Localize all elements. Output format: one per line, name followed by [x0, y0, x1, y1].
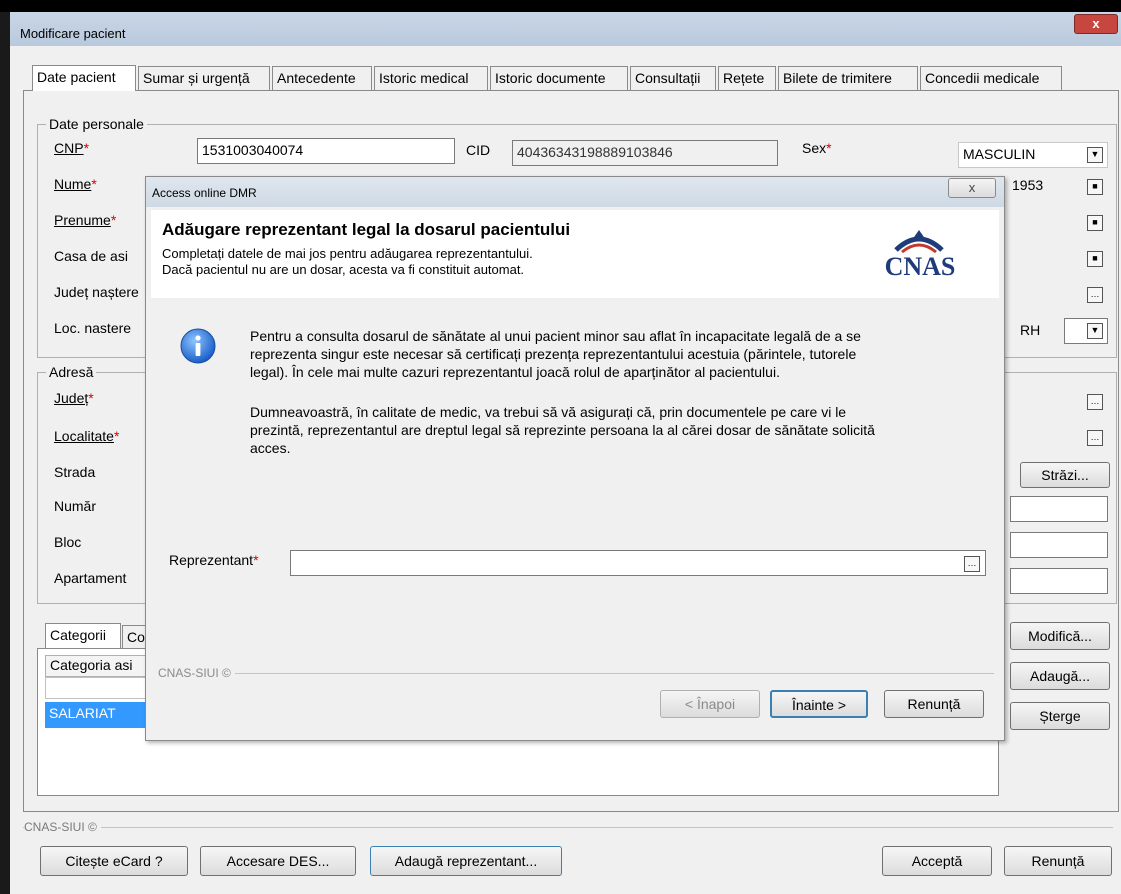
dialog-subtitle-2: Dacă pacientul nu are un dosar, acesta v… — [162, 262, 525, 277]
info-text-line-2: reprezenta singur este necesar să certif… — [250, 346, 857, 362]
address-legend: Adresă — [46, 364, 97, 380]
tab-istoric-documente[interactable]: Istoric documente — [490, 66, 628, 90]
title-bar — [10, 12, 1121, 46]
personal-legend: Date personale — [46, 116, 147, 132]
renunta-button[interactable]: Renunță — [1004, 846, 1112, 876]
modifica-button[interactable]: Modifică... — [1010, 622, 1110, 650]
dialog-brand: CNAS-SIUI © — [158, 666, 235, 680]
info-text-line-4: Dumneavoastră, în calitate de medic, va … — [250, 404, 847, 420]
tab-date-pacient[interactable]: Date pacient — [32, 65, 136, 91]
casa-button-icon[interactable]: ■ — [1087, 251, 1103, 267]
accepta-button[interactable]: Acceptă — [882, 846, 992, 876]
cnp-label: CNP* — [54, 140, 90, 156]
reprezentant-browse-icon[interactable]: … — [964, 556, 980, 572]
apartament-field[interactable] — [1010, 568, 1108, 594]
cancel-button[interactable]: Renunță — [884, 690, 984, 718]
casa-label: Casa de asi — [54, 248, 128, 264]
back-button[interactable]: < Înapoi — [660, 690, 760, 718]
dialog-close-button[interactable]: x — [948, 178, 996, 198]
judet-nastere-label: Județ naștere — [54, 284, 139, 300]
rh-label: RH — [1020, 322, 1041, 338]
prenume-button-icon[interactable]: ■ — [1087, 215, 1103, 231]
info-text-line-3: legal). În cele mai multe cazuri repreze… — [250, 364, 780, 380]
dialog-subtitle-1: Completați datele de mai jos pentru adău… — [162, 246, 533, 261]
tab-consultatii[interactable]: Consultații — [630, 66, 716, 90]
sex-label: Sex* — [802, 140, 832, 156]
tab-retete[interactable]: Rețete — [718, 66, 776, 90]
top-edge — [0, 0, 1121, 12]
adauga-reprezentant-button[interactable]: Adaugă reprezentant... — [370, 846, 562, 876]
info-text-line-6: acces. — [250, 440, 291, 456]
citeste-ecard-button[interactable]: Citește eCard ? — [40, 846, 188, 876]
strazi-button[interactable]: Străzi... — [1020, 462, 1110, 488]
footer-brand: CNAS-SIUI © — [24, 820, 101, 834]
tab-istoric-medical[interactable]: Istoric medical — [374, 66, 488, 90]
localitate-browse-icon[interactable]: … — [1087, 430, 1103, 446]
chevron-down-icon[interactable]: ▼ — [1087, 147, 1103, 163]
cnp-field[interactable]: 1531003040074 — [197, 138, 455, 164]
loc-nastere-label: Loc. nastere — [54, 320, 132, 336]
next-button[interactable]: Înainte > — [770, 690, 868, 718]
strada-label: Strada — [54, 464, 96, 480]
table-row[interactable]: SALARIAT — [45, 702, 155, 728]
cid-label: CID — [466, 142, 491, 158]
adauga-button[interactable]: Adaugă... — [1010, 662, 1110, 690]
accesare-des-button[interactable]: Accesare DES... — [200, 846, 356, 876]
judet-browse-icon[interactable]: … — [1087, 394, 1103, 410]
judet-nastere-browse-icon[interactable]: … — [1087, 287, 1103, 303]
dialog-title-bar — [146, 177, 1004, 207]
judet-label: Județ* — [54, 390, 94, 406]
footer-divider — [23, 827, 1113, 828]
tab-antecedente[interactable]: Antecedente — [272, 66, 372, 90]
cnas-logo-text: CNAS — [884, 252, 956, 281]
sterge-button[interactable]: Șterge — [1010, 702, 1110, 730]
bloc-label: Bloc — [54, 534, 82, 550]
tab-concedii-medicale[interactable]: Concedii medicale — [920, 66, 1062, 90]
apartament-label: Apartament — [54, 570, 127, 586]
window-title: Modificare pacient — [20, 26, 126, 41]
table-filter-field[interactable] — [45, 677, 155, 699]
cnas-logo: CNAS — [866, 222, 972, 286]
dialog-heading: Adăugare reprezentant legal la dosarul p… — [162, 220, 571, 239]
rh-chevron-down-icon[interactable]: ▼ — [1087, 323, 1103, 339]
dialog-title: Access online DMR — [152, 186, 257, 200]
sex-select[interactable]: MASCULIN — [958, 142, 1108, 168]
info-text-line-1: Pentru a consulta dosarul de sănătate al… — [250, 328, 861, 344]
tab-bilete-trimitere[interactable]: Bilete de trimitere — [778, 66, 918, 90]
tab-categorii[interactable]: Categorii — [45, 623, 121, 649]
left-edge — [0, 12, 10, 894]
numar-label: Număr — [54, 498, 97, 514]
dialog-divider — [160, 673, 994, 674]
cid-field: 40436343198889103846 — [512, 140, 778, 166]
tab-sumar-urgenta[interactable]: Sumar și urgență — [138, 66, 270, 90]
dialog-body — [151, 298, 999, 728]
prenume-label: Prenume* — [54, 212, 117, 228]
calendar-icon[interactable]: ■ — [1087, 179, 1103, 195]
numar-field[interactable] — [1010, 496, 1108, 522]
reprezentant-label: Reprezentant* — [169, 552, 259, 568]
nume-label: Nume* — [54, 176, 97, 192]
close-button[interactable]: x — [1074, 14, 1118, 34]
info-text-line-5: prezintă, reprezentantul are dreptul leg… — [250, 422, 875, 438]
localitate-label: Localitate* — [54, 428, 120, 444]
reprezentant-field[interactable] — [290, 550, 986, 576]
info-icon — [180, 328, 216, 364]
bloc-field[interactable] — [1010, 532, 1108, 558]
